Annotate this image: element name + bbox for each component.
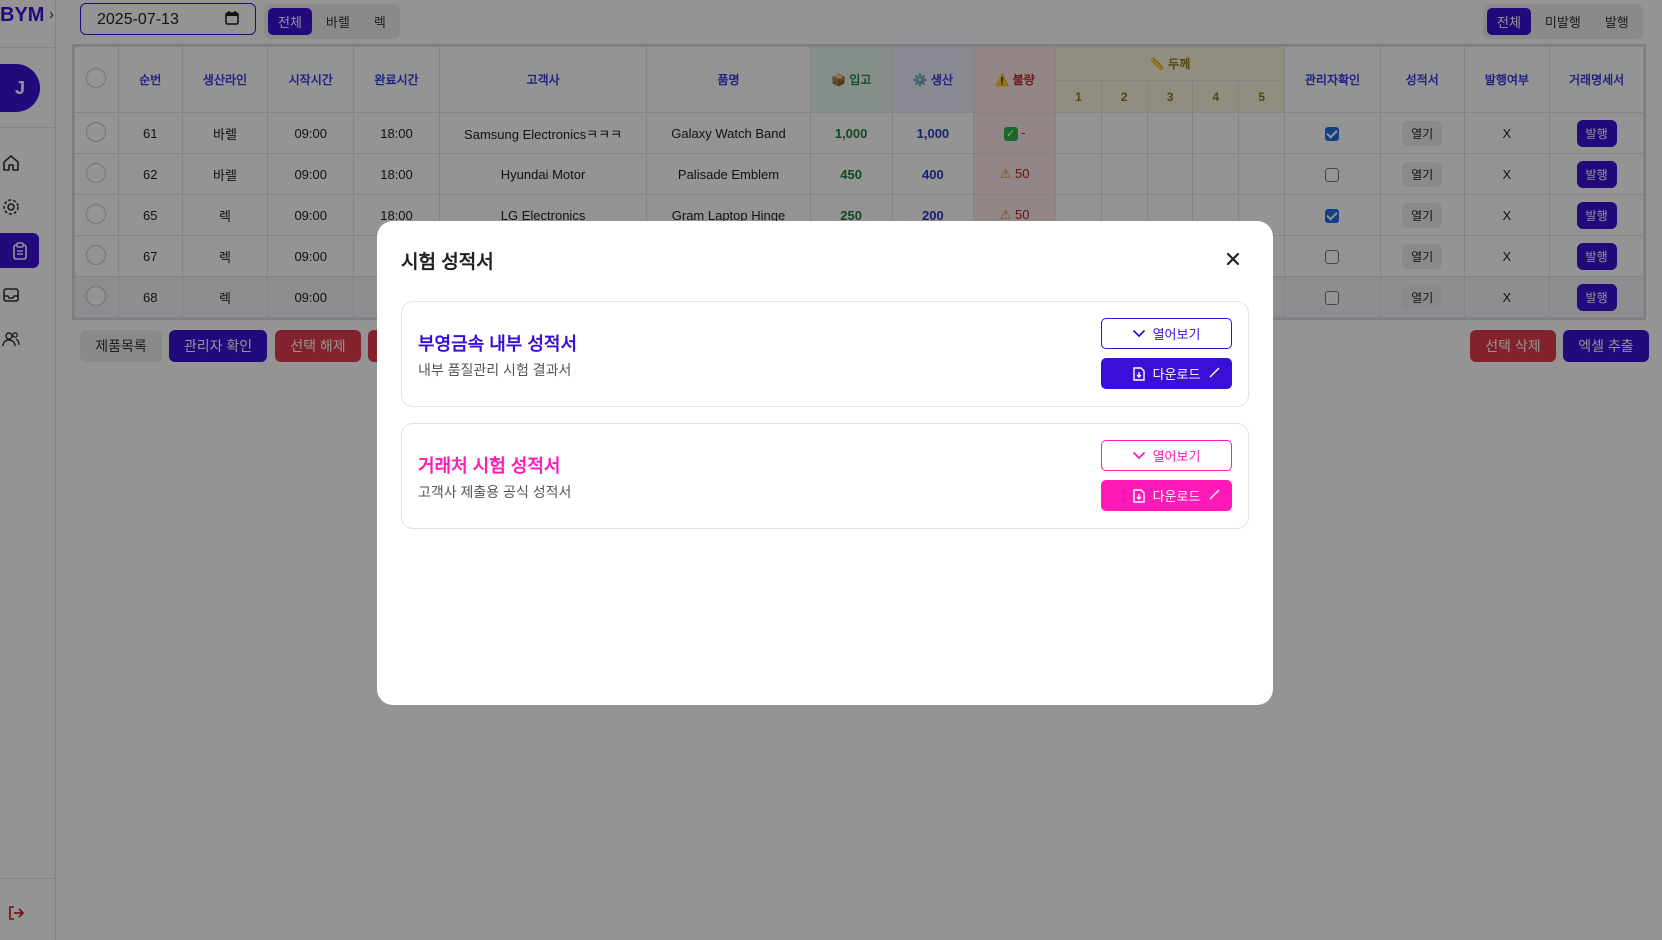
view-button-label: 열어보기	[1152, 327, 1201, 342]
download-button-label: 다운로드	[1152, 367, 1201, 382]
view-button[interactable]: 열어보기	[1101, 440, 1232, 471]
view-button[interactable]: 열어보기	[1101, 318, 1232, 349]
file-download-icon	[1132, 488, 1145, 503]
chevron-down-icon	[1132, 329, 1145, 338]
card-subtitle: 고객사 제출용 공식 성적서	[418, 484, 572, 500]
internal-report-card: 부영금속 내부 성적서 내부 품질관리 시험 결과서 열어보기 다운로드	[401, 301, 1249, 407]
view-button-label: 열어보기	[1152, 449, 1201, 464]
card-subtitle: 내부 품질관리 시험 결과서	[418, 362, 572, 378]
download-button[interactable]: 다운로드	[1101, 480, 1232, 511]
file-download-icon	[1132, 366, 1145, 381]
card-title: 부영금속 내부 성적서	[418, 334, 578, 354]
modal-title: 시험 성적서	[401, 252, 494, 273]
pen-icon	[1208, 366, 1220, 381]
close-icon[interactable]	[1223, 249, 1243, 269]
download-button-label: 다운로드	[1152, 489, 1201, 504]
card-title: 거래처 시험 성적서	[418, 456, 561, 476]
test-report-modal: 시험 성적서 부영금속 내부 성적서 내부 품질관리 시험 결과서 열어보기 다…	[377, 221, 1273, 705]
pen-icon	[1208, 488, 1220, 503]
chevron-down-icon	[1132, 451, 1145, 460]
download-button[interactable]: 다운로드	[1101, 358, 1232, 389]
client-report-card: 거래처 시험 성적서 고객사 제출용 공식 성적서 열어보기 다운로드	[401, 423, 1249, 529]
